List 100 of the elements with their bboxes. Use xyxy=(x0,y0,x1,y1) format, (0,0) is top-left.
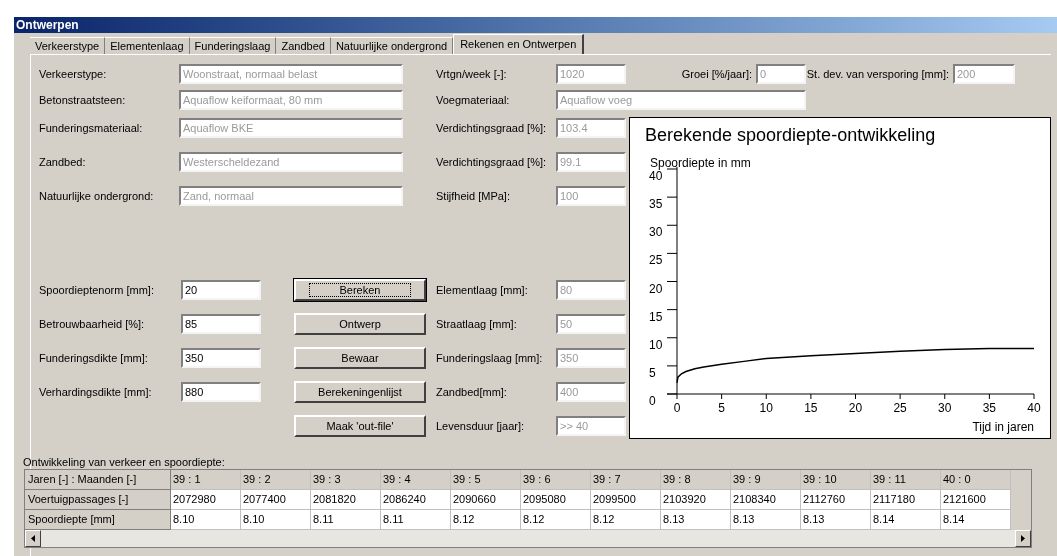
table-cell: 2095080 xyxy=(521,490,591,510)
tick-label: 35 xyxy=(649,197,663,212)
tick-label: 10 xyxy=(649,337,663,352)
tick-label: 30 xyxy=(938,401,952,415)
table-cell: 2077400 xyxy=(241,490,311,510)
column-header: 39 : 3 xyxy=(311,470,381,490)
table-cell: 8.12 xyxy=(521,510,591,530)
table-cell: 8.12 xyxy=(451,510,521,530)
tick-label: 20 xyxy=(848,401,863,415)
table-cell: 2090660 xyxy=(451,490,521,510)
field-label: Verkeerstype: xyxy=(39,66,108,82)
horizontal-scrollbar[interactable] xyxy=(25,530,1031,547)
table-cell: 2108340 xyxy=(731,490,801,510)
tab[interactable]: Funderingslaag xyxy=(189,37,277,54)
tick-label: 25 xyxy=(649,253,663,268)
column-header: 39 : 9 xyxy=(731,470,801,490)
tick-label: 15 xyxy=(649,309,663,324)
text-field[interactable]: 350 xyxy=(181,348,261,368)
tick-label: 40 xyxy=(649,169,663,183)
field-label: Verdichtingsgraad [%]: xyxy=(436,154,548,170)
table-cell: 2081820 xyxy=(311,490,381,510)
column-header: 39 : 1 xyxy=(171,470,241,490)
tick-label: 40 xyxy=(1027,401,1041,415)
window-title: Ontwerpen xyxy=(14,17,1057,33)
table-cell: 8.13 xyxy=(801,510,871,530)
column-header: 39 : 4 xyxy=(381,470,451,490)
table-cell: 2121600 xyxy=(941,490,1011,510)
tab[interactable]: Rekenen en Ontwerpen xyxy=(453,34,585,54)
axis-label: Spoordiepte in mm xyxy=(650,156,751,170)
table-cell: 2072980 xyxy=(171,490,241,510)
field-label: Straatlaag [mm]: xyxy=(436,316,518,332)
action-button[interactable]: Bewaar xyxy=(294,347,426,369)
field-label: Verhardingsdikte [mm]: xyxy=(39,384,153,400)
tab[interactable]: Zandbed xyxy=(276,37,331,54)
right-arrow-icon xyxy=(1021,535,1025,542)
tick-label: 15 xyxy=(804,401,818,415)
table-cell: 8.12 xyxy=(591,510,661,530)
tick-label: 5 xyxy=(718,401,725,415)
column-header: 39 : 6 xyxy=(521,470,591,490)
table-cell: 2112760 xyxy=(801,490,871,510)
table-cell: 8.13 xyxy=(731,510,801,530)
field-label: Groei [%/jaar]: xyxy=(680,66,753,82)
field-label: Voegmateriaal: xyxy=(436,92,511,108)
column-header: 39 : 8 xyxy=(661,470,731,490)
field-label: Verdichtingsgraad [%]: xyxy=(436,120,548,136)
row-header: Voertuigpassages [-] xyxy=(25,490,171,510)
field-label: Zandbed[mm]: xyxy=(436,384,508,400)
action-button[interactable]: Berekeningenlijst xyxy=(294,381,426,403)
table-cell: 8.14 xyxy=(941,510,1011,530)
table-cell: 8.10 xyxy=(171,510,241,530)
table-cell: 2086240 xyxy=(381,490,451,510)
column-header: 39 : 5 xyxy=(451,470,521,490)
field-label: Funderingsdikte [mm]: xyxy=(39,350,149,366)
field-label: Spoordieptenorm [mm]: xyxy=(39,282,155,298)
column-header: 39 : 7 xyxy=(591,470,661,490)
text-field[interactable]: 880 xyxy=(181,382,261,402)
tick-label: 25 xyxy=(893,401,907,415)
column-header: 40 : 0 xyxy=(941,470,1011,490)
tick-label: 30 xyxy=(649,225,663,240)
column-header: 39 : 2 xyxy=(241,470,311,490)
table-cell: 8.11 xyxy=(311,510,381,530)
table-cell: 8.14 xyxy=(871,510,941,530)
table-cell: 2103920 xyxy=(661,490,731,510)
axis-label: Tijd in jaren xyxy=(972,420,1034,434)
table-cell: 2117180 xyxy=(871,490,941,510)
text-field[interactable]: 20 xyxy=(181,280,261,300)
field-label: Funderingsmateriaal: xyxy=(39,120,144,136)
action-button[interactable]: Ontwerp xyxy=(294,313,426,335)
scroll-left-button[interactable] xyxy=(25,530,41,547)
table-caption: Ontwikkeling van verkeer en spoordiepte: xyxy=(23,455,226,469)
field-label: Natuurlijke ondergrond: xyxy=(39,188,155,204)
tick-label: 10 xyxy=(759,401,773,415)
table-cell: 2099500 xyxy=(591,490,661,510)
row-header: Jaren [-] : Maanden [-] xyxy=(25,470,171,490)
row-header: Spoordiepte [mm] xyxy=(25,510,171,530)
field-label: Funderingslaag [mm]: xyxy=(436,350,544,366)
column-header: 39 : 11 xyxy=(871,470,941,490)
tick-label: 0 xyxy=(649,394,656,408)
table-cell: 8.10 xyxy=(241,510,311,530)
action-button[interactable]: Maak 'out-file' xyxy=(294,415,426,437)
table-cell: 8.11 xyxy=(381,510,451,530)
table-cell: 8.13 xyxy=(661,510,731,530)
column-header: 39 : 10 xyxy=(801,470,871,490)
tab[interactable]: Elementenlaag xyxy=(105,37,190,54)
tab[interactable]: Verkeerstype xyxy=(30,37,106,54)
field-label: St. dev. van versporing [mm]: xyxy=(806,66,950,82)
field-label: Stijfheid [MPa]: xyxy=(436,188,511,204)
tick-label: 0 xyxy=(673,401,681,415)
field-label: Elementlaag [mm]: xyxy=(436,282,529,298)
text-field[interactable]: 85 xyxy=(181,314,261,334)
field-label: Levensduur [jaar]: xyxy=(436,418,526,434)
left-arrow-icon xyxy=(31,535,35,542)
scroll-right-button[interactable] xyxy=(1015,530,1031,547)
field-label: Betrouwbaarheid [%]: xyxy=(39,316,146,332)
field-label: Betonstraatsteen: xyxy=(39,92,127,108)
chart-title: Berekende spoordiepte-ontwikkeling xyxy=(645,125,936,145)
tick-label: 5 xyxy=(649,365,656,380)
field-label: Vrtgn/week [-]: xyxy=(436,66,508,82)
field-label: Zandbed: xyxy=(39,154,87,170)
action-button[interactable]: Bereken xyxy=(294,279,426,301)
